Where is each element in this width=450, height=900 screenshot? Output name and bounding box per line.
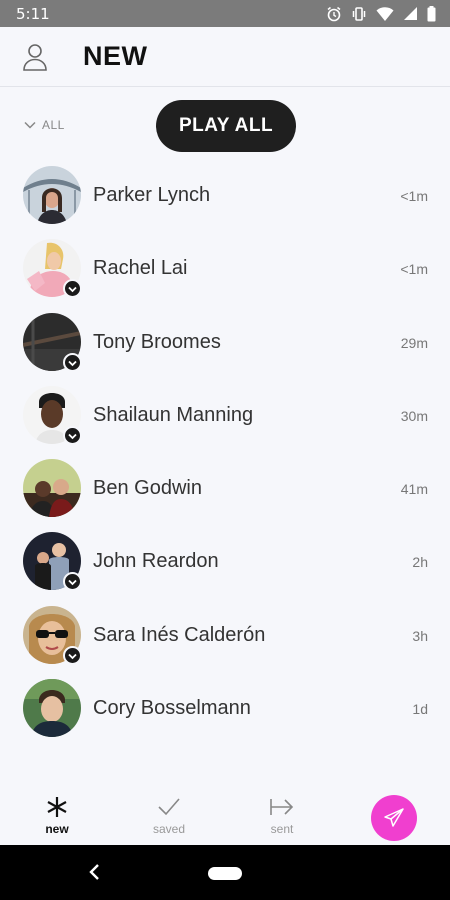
alarm-icon [327, 6, 341, 21]
check-badge [63, 279, 82, 299]
contact-name: Ben Godwin [93, 477, 202, 500]
wifi-icon [376, 6, 394, 21]
check-icon [68, 360, 77, 366]
list-item[interactable]: Tony Broomes 29m [0, 305, 450, 378]
nav-sent-label: sent [270, 822, 294, 836]
nav-new-label: new [45, 822, 69, 836]
status-icons [326, 5, 436, 22]
contact-time: 1d [412, 701, 428, 718]
header: NEW [0, 27, 450, 87]
contact-time: 3h [412, 627, 428, 644]
status-time: 5:11 [16, 4, 50, 23]
nav-sent[interactable]: sent [252, 795, 312, 836]
contact-name: John Reardon [93, 550, 219, 573]
arrow-right-bar-icon [270, 799, 294, 815]
check-badge [63, 352, 82, 372]
bottom-nav: new saved sent [0, 787, 450, 845]
back-chevron-icon [89, 864, 99, 880]
check-icon [68, 653, 77, 660]
contact-name: Shailaun Manning [93, 403, 254, 426]
system-home-button[interactable] [208, 867, 242, 880]
check-icon [68, 287, 77, 293]
status-bar: 5:11 [0, 0, 450, 27]
check-icon [68, 433, 77, 440]
check-icon [68, 580, 77, 586]
battery-icon [427, 5, 436, 21]
checkmark-icon [158, 798, 180, 816]
chevron-down-icon [24, 121, 36, 129]
nav-new[interactable]: new [27, 795, 87, 836]
page-title: NEW [83, 41, 148, 71]
contact-name: Rachel Lai [93, 257, 188, 280]
contact-name: Tony Broomes [93, 330, 221, 353]
contact-time: 41m [400, 481, 428, 498]
list-item[interactable]: Shailaun Manning 30m [0, 378, 450, 451]
list-item[interactable]: Ben Godwin 41m [0, 451, 450, 524]
system-nav-bar [0, 845, 450, 900]
avatar [23, 679, 81, 738]
contact-time: 29m [400, 334, 428, 351]
filter-row: ALL PLAY ALL [0, 100, 450, 152]
profile-button[interactable] [22, 43, 48, 71]
list-item[interactable]: Sara Inés Calderón 3h [0, 598, 450, 671]
contact-time: <1m [400, 188, 428, 204]
avatar [23, 459, 81, 518]
asterisk-icon [47, 797, 67, 817]
check-badge [63, 645, 82, 665]
contact-name: Parker Lynch [93, 184, 211, 206]
contact-time: 30m [400, 407, 428, 424]
filter-all-label: ALL [42, 118, 65, 132]
person-outline-icon [23, 44, 47, 71]
compose-fab-button[interactable] [371, 795, 417, 841]
list-item[interactable]: John Reardon 2h [0, 524, 450, 597]
play-all-button[interactable]: PLAY ALL [156, 100, 296, 152]
list-item[interactable]: Rachel Lai <1m [0, 231, 450, 304]
contact-list: Parker Lynch <1m Rachel Lai <1m Tony Bro… [0, 158, 450, 744]
list-item[interactable]: Cory Bosselmann 1d [0, 671, 450, 744]
check-badge [63, 572, 82, 592]
list-item[interactable]: Parker Lynch <1m [0, 158, 450, 231]
contact-name: Cory Bosselmann [93, 697, 251, 720]
contact-time: 2h [412, 554, 428, 571]
nav-saved[interactable]: saved [139, 795, 199, 836]
vibrate-icon [352, 6, 366, 21]
check-badge [63, 425, 82, 445]
filter-all-dropdown[interactable]: ALL [24, 118, 65, 132]
contact-name: Sara Inés Calderón [93, 623, 266, 646]
paper-plane-icon [384, 808, 404, 827]
nav-saved-label: saved [152, 822, 186, 836]
signal-icon [404, 7, 417, 20]
contact-time: <1m [400, 261, 428, 278]
avatar [23, 166, 81, 224]
system-back-button[interactable] [88, 863, 102, 886]
